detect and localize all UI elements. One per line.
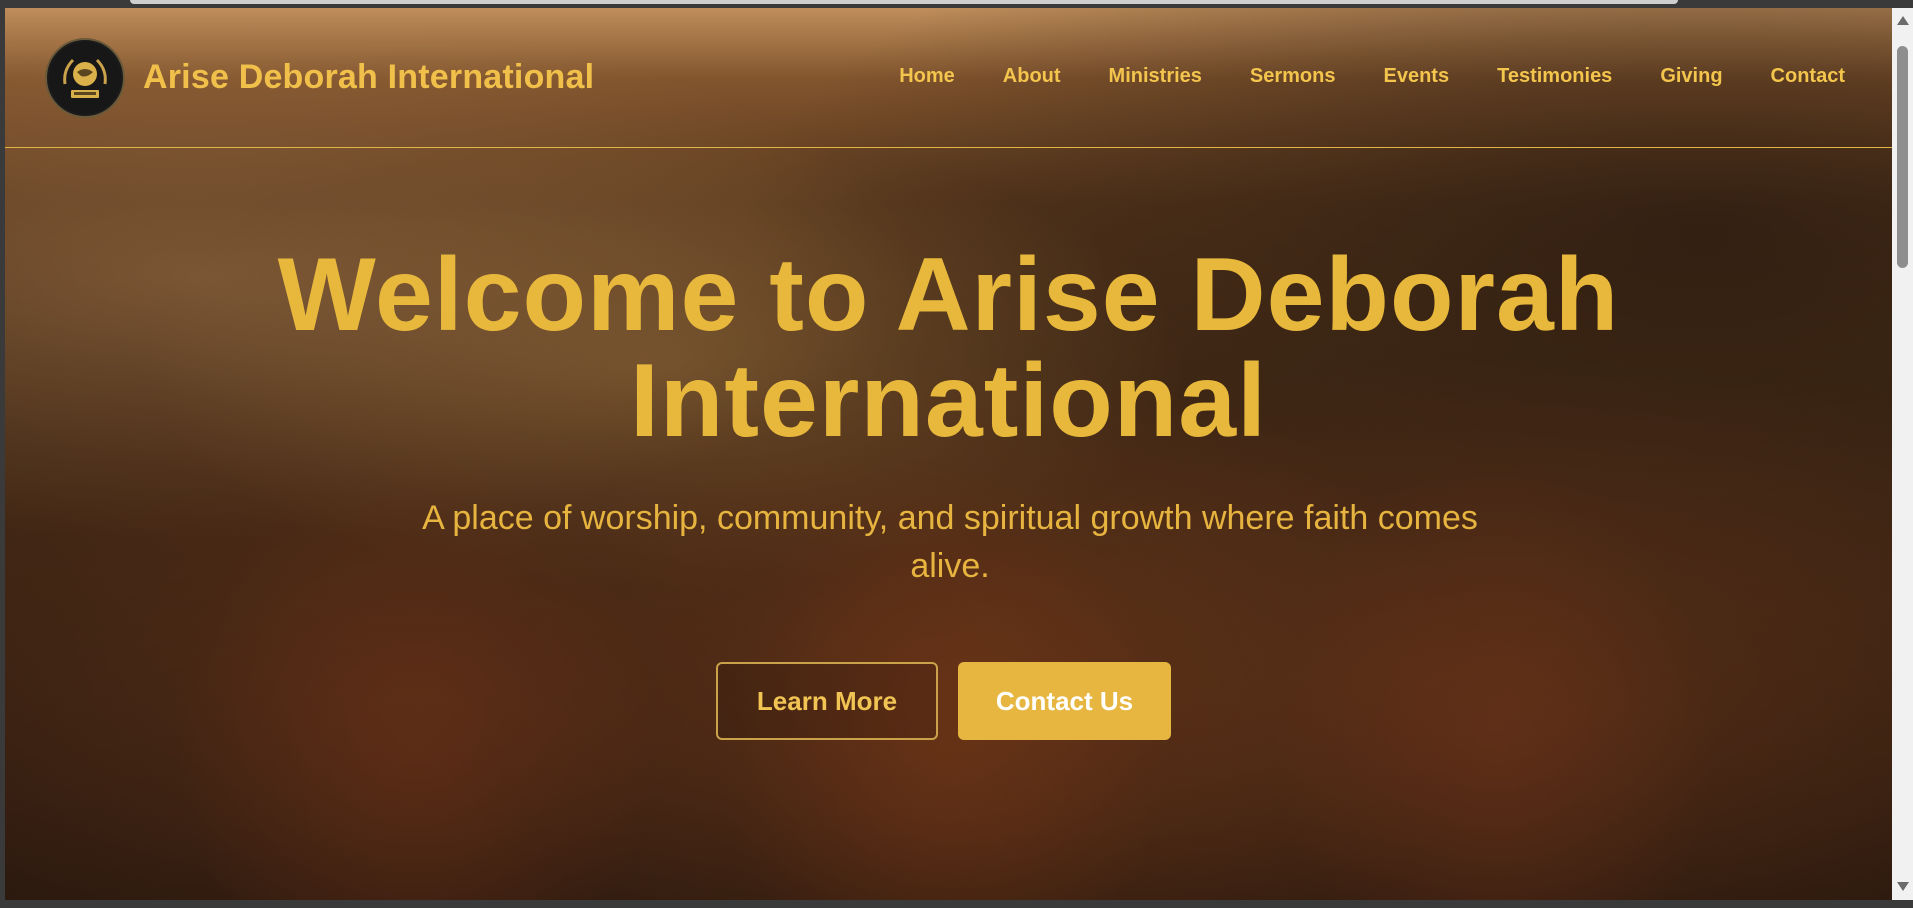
learn-more-button[interactable]: Learn More: [716, 662, 938, 740]
nav-ministries[interactable]: Ministries: [1109, 65, 1202, 88]
nav-sermons[interactable]: Sermons: [1250, 65, 1336, 88]
window-top-strip: [130, 0, 1678, 4]
logo[interactable]: [45, 38, 125, 118]
nav-events[interactable]: Events: [1384, 65, 1450, 88]
nav-contact[interactable]: Contact: [1771, 65, 1845, 88]
main-nav: Home About Ministries Sermons Events Tes…: [851, 65, 1845, 88]
site-title[interactable]: Arise Deborah International: [143, 58, 594, 97]
scroll-up-arrow-icon[interactable]: [1897, 16, 1909, 25]
nav-home[interactable]: Home: [899, 65, 955, 88]
hero-subtitle: A place of worship, community, and spiri…: [422, 499, 1478, 585]
nav-testimonies[interactable]: Testimonies: [1497, 65, 1612, 88]
page-viewport: Arise Deborah International Home About M…: [5, 8, 1892, 900]
browser-frame: Arise Deborah International Home About M…: [0, 0, 1913, 908]
globe-wreath-emblem-icon: [49, 42, 121, 114]
hero-title-line-1: Welcome to Arise Deborah: [277, 237, 1620, 353]
hero-title-line-2: International: [629, 343, 1268, 459]
nav-about[interactable]: About: [1003, 65, 1061, 88]
vertical-scrollbar[interactable]: [1892, 8, 1913, 900]
site-header: Arise Deborah International Home About M…: [5, 8, 1892, 148]
nav-giving[interactable]: Giving: [1660, 65, 1722, 88]
hero-title: Welcome to Arise Deborah International: [5, 242, 1892, 454]
scroll-thumb[interactable]: [1897, 46, 1908, 268]
contact-us-button[interactable]: Contact Us: [958, 662, 1171, 740]
scroll-down-arrow-icon[interactable]: [1897, 882, 1909, 891]
